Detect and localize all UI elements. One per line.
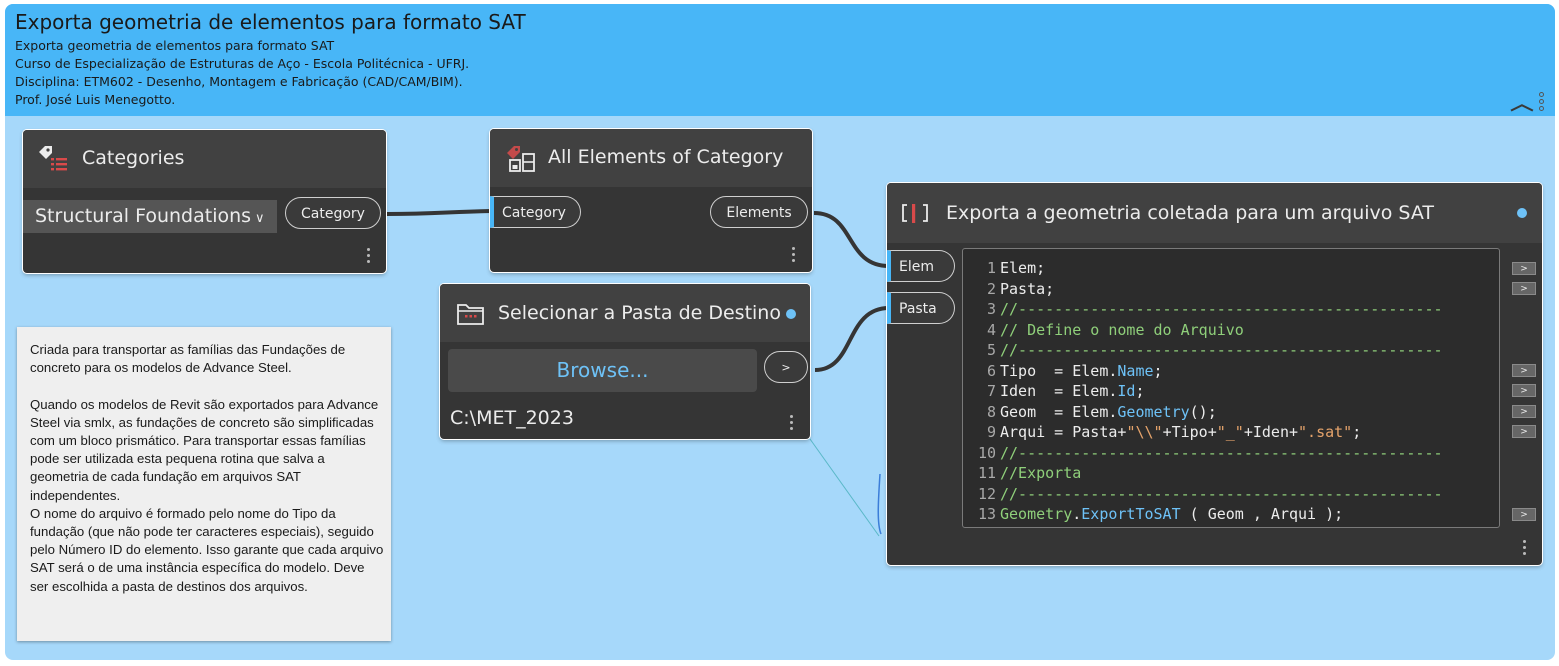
output-port-elements[interactable]: Elements <box>710 196 808 228</box>
folder-icon <box>457 304 484 325</box>
selection-line <box>809 438 880 537</box>
output-arrow-line-7[interactable]: > <box>1512 384 1536 397</box>
pen-stroke <box>877 473 882 535</box>
wire-elements <box>813 211 890 268</box>
code-line: 12//------------------------------------… <box>977 484 1443 503</box>
code-line: 5//-------------------------------------… <box>986 341 1443 359</box>
categories-icon <box>39 146 67 171</box>
node-menu-icon[interactable] <box>1523 540 1527 558</box>
code-line: 8 Geom = Elem.Geometry(); <box>986 402 1217 421</box>
node-menu-icon[interactable] <box>792 247 796 265</box>
output-port-category[interactable]: Category <box>285 197 381 229</box>
node-header[interactable]: Categories <box>23 130 386 188</box>
output-port-folder[interactable]: > <box>764 351 808 383</box>
node-header[interactable]: All Elements of Category <box>490 129 812 187</box>
code-line: 11//Exporta <box>977 464 1082 482</box>
all-elements-icon <box>507 146 535 172</box>
code-block-node[interactable]: Exporta a geometria coletada para um arq… <box>887 183 1542 565</box>
node-header[interactable]: Selecionar a Pasta de Destino <box>440 284 810 342</box>
code-line: 7 Iden = Elem.Id; <box>986 382 1145 400</box>
chevron-down-icon: ∨ <box>255 211 265 226</box>
node-header[interactable]: Exporta a geometria coletada para um arq… <box>887 183 1542 243</box>
node-title: Categories <box>82 147 185 169</box>
output-arrow-line-1[interactable]: > <box>1512 262 1536 275</box>
output-arrow-line-2[interactable]: > <box>1512 282 1536 295</box>
code-block-icon <box>902 204 928 223</box>
code-editor[interactable]: 1 Elem; 2 Pasta; 3//----------------------… <box>962 248 1500 528</box>
code-line: 3//-------------------------------------… <box>986 300 1443 318</box>
code-line: 10//------------------------------------… <box>977 443 1443 462</box>
wire-category <box>386 209 492 216</box>
browse-button[interactable]: Browse... <box>448 349 757 392</box>
code-line: 4// Define o nome do Arquivo <box>986 320 1244 339</box>
code-line: 6 Tipo = Elem.Name; <box>986 361 1163 380</box>
node-title: Exporta a geometria coletada para um arq… <box>946 202 1434 224</box>
category-dropdown[interactable]: Structural Foundations ∨ <box>23 200 277 233</box>
node-title: Selecionar a Pasta de Destino <box>498 302 781 324</box>
node-title: All Elements of Category <box>548 146 784 168</box>
categories-node[interactable]: Categories Structural Foundations ∨ Categ… <box>23 130 386 273</box>
wire-folder <box>814 306 890 372</box>
code-line: 2 Pasta; <box>986 279 1055 298</box>
input-port-elem[interactable]: Elem <box>887 250 955 282</box>
folder-path-value: C:\MET_2023 <box>450 407 574 429</box>
note[interactable]: Criada para transportar as famílias das … <box>17 327 391 641</box>
code-line: 9 Arqui = Pasta+"\\"+Tipo+"_"+Iden+".sat"… <box>986 423 1362 441</box>
note-text: Criada para transportar as famílias das … <box>30 342 384 594</box>
node-menu-icon[interactable] <box>790 415 794 433</box>
status-dot <box>1517 208 1527 218</box>
output-arrow-line-6[interactable]: > <box>1512 364 1536 377</box>
output-arrow-line-13[interactable]: > <box>1512 508 1536 521</box>
code-line: 1 Elem; <box>986 259 1046 277</box>
input-port-pasta[interactable]: Pasta <box>887 292 955 324</box>
node-menu-icon[interactable] <box>367 248 371 266</box>
dropdown-value: Structural Foundations <box>35 205 252 227</box>
output-arrow-line-9[interactable]: > <box>1512 425 1536 438</box>
status-dot <box>786 309 796 319</box>
output-arrow-line-8[interactable]: > <box>1512 405 1536 418</box>
group-canvas[interactable]: Exporta geometria de elementos para form… <box>5 4 1555 660</box>
input-port-category[interactable]: Category <box>490 196 581 228</box>
all-elements-node[interactable]: All Elements of Category Category Elemen… <box>490 129 812 272</box>
code-line: 13 Geometry.ExportToSAT ( Geom , Arqui ); <box>977 505 1344 523</box>
folder-path-node[interactable]: Selecionar a Pasta de Destino Browse... … <box>440 284 810 439</box>
